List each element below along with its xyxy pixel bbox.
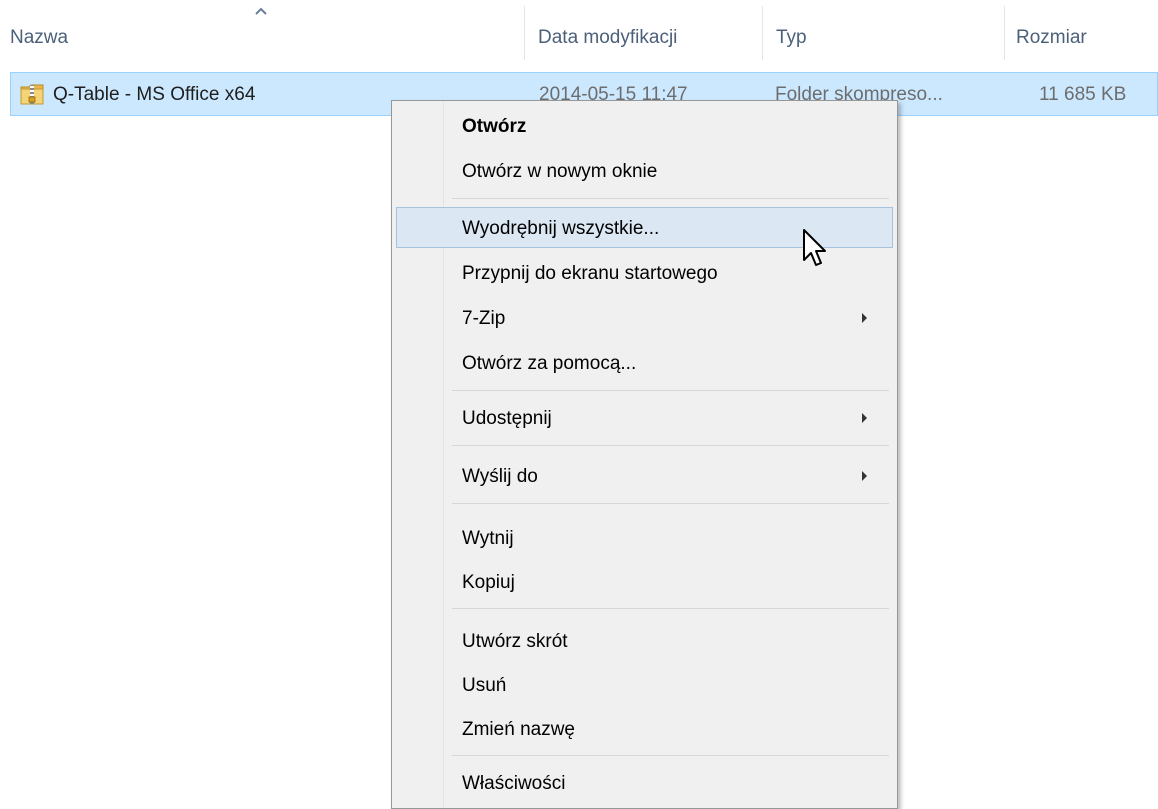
menu-separator <box>452 503 889 504</box>
menu-item-label: Przypnij do ekranu startowego <box>462 263 718 284</box>
menu-item-label: Utwórz skrót <box>462 631 568 652</box>
menu-item-label: Otwórz <box>462 116 527 137</box>
menu-separator <box>452 198 889 199</box>
menu-item-label: Usuń <box>462 675 507 696</box>
submenu-arrow-icon <box>862 413 867 423</box>
column-header-name[interactable]: Nazwa <box>10 24 68 52</box>
menu-item-label: Otwórz za pomocą... <box>462 353 637 374</box>
menu-item-create-shortcut[interactable]: Utwórz skrót <box>396 621 893 662</box>
sort-ascending-icon <box>255 7 267 15</box>
menu-item-delete[interactable]: Usuń <box>396 665 893 706</box>
menu-separator <box>452 608 889 609</box>
menu-item-7zip[interactable]: 7-Zip <box>396 298 893 339</box>
menu-item-label: Kopiuj <box>462 572 515 593</box>
file-size: 11 685 KB <box>1039 84 1127 105</box>
menu-item-open-with[interactable]: Otwórz za pomocą... <box>396 343 893 384</box>
menu-item-label: Zmień nazwę <box>462 719 575 740</box>
menu-item-label: Wyodrębnij wszystkie... <box>462 218 660 239</box>
column-header-date[interactable]: Data modyfikacji <box>538 24 677 52</box>
menu-separator <box>452 390 889 391</box>
menu-item-label: Otwórz w nowym oknie <box>462 161 658 182</box>
menu-item-cut[interactable]: Wytnij <box>396 518 893 559</box>
menu-item-label: Właściwości <box>462 773 566 794</box>
column-header-type[interactable]: Typ <box>776 24 807 52</box>
menu-item-open-new-window[interactable]: Otwórz w nowym oknie <box>396 151 893 192</box>
zip-folder-icon <box>20 84 44 105</box>
menu-item-open[interactable]: Otwórz <box>396 106 893 147</box>
submenu-arrow-icon <box>862 471 867 481</box>
column-header-bar: Nazwa Data modyfikacji Typ Rozmiar <box>0 0 1158 70</box>
menu-item-label: 7-Zip <box>462 308 506 329</box>
menu-item-copy[interactable]: Kopiuj <box>396 562 893 603</box>
submenu-arrow-icon <box>862 313 867 323</box>
mouse-pointer-icon <box>803 229 826 266</box>
menu-item-label: Wytnij <box>462 528 514 549</box>
column-divider[interactable] <box>762 6 763 60</box>
column-divider[interactable] <box>1004 6 1005 60</box>
column-header-size[interactable]: Rozmiar <box>1016 24 1087 52</box>
menu-item-label: Udostępnij <box>462 408 552 429</box>
menu-item-share[interactable]: Udostępnij <box>396 398 893 439</box>
menu-item-properties[interactable]: Właściwości <box>396 763 893 804</box>
menu-item-send-to[interactable]: Wyślij do <box>396 456 893 497</box>
column-divider[interactable] <box>524 6 525 60</box>
explorer-file-list: Nazwa Data modyfikacji Typ Rozmiar Q-Tab… <box>0 0 1158 809</box>
menu-item-rename[interactable]: Zmień nazwę <box>396 709 893 750</box>
menu-separator <box>452 445 889 446</box>
file-name: Q-Table - MS Office x64 <box>53 84 256 105</box>
menu-separator <box>452 755 889 756</box>
context-menu: Otwórz Otwórz w nowym oknie Wyodrębnij w… <box>391 100 898 809</box>
menu-item-label: Wyślij do <box>462 466 538 487</box>
